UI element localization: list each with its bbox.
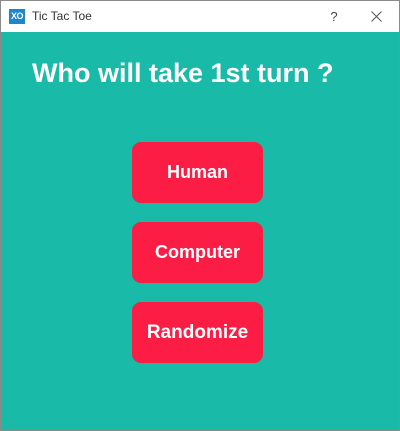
human-button[interactable]: Human	[132, 142, 263, 203]
computer-button-label: Computer	[155, 242, 240, 262]
window-title: Tic Tac Toe	[32, 9, 92, 23]
close-icon	[371, 11, 382, 22]
title-bar[interactable]: XO Tic Tac Toe ?	[1, 1, 399, 32]
randomize-button-label: Randomize	[146, 321, 249, 343]
app-icon: XO	[9, 9, 25, 24]
help-icon: ?	[330, 9, 338, 24]
help-button[interactable]: ?	[317, 1, 351, 32]
turn-question: Who will take 1st turn ?	[32, 58, 334, 88]
main-panel: Who will take 1st turn ? Human Computer …	[1, 32, 399, 430]
randomize-button[interactable]: Randomize	[132, 302, 263, 363]
close-button[interactable]	[353, 1, 399, 32]
human-button-label: Human	[166, 162, 228, 182]
app-window: XO Tic Tac Toe ? Who will take 1st turn …	[0, 0, 400, 431]
computer-button[interactable]: Computer	[132, 222, 263, 283]
